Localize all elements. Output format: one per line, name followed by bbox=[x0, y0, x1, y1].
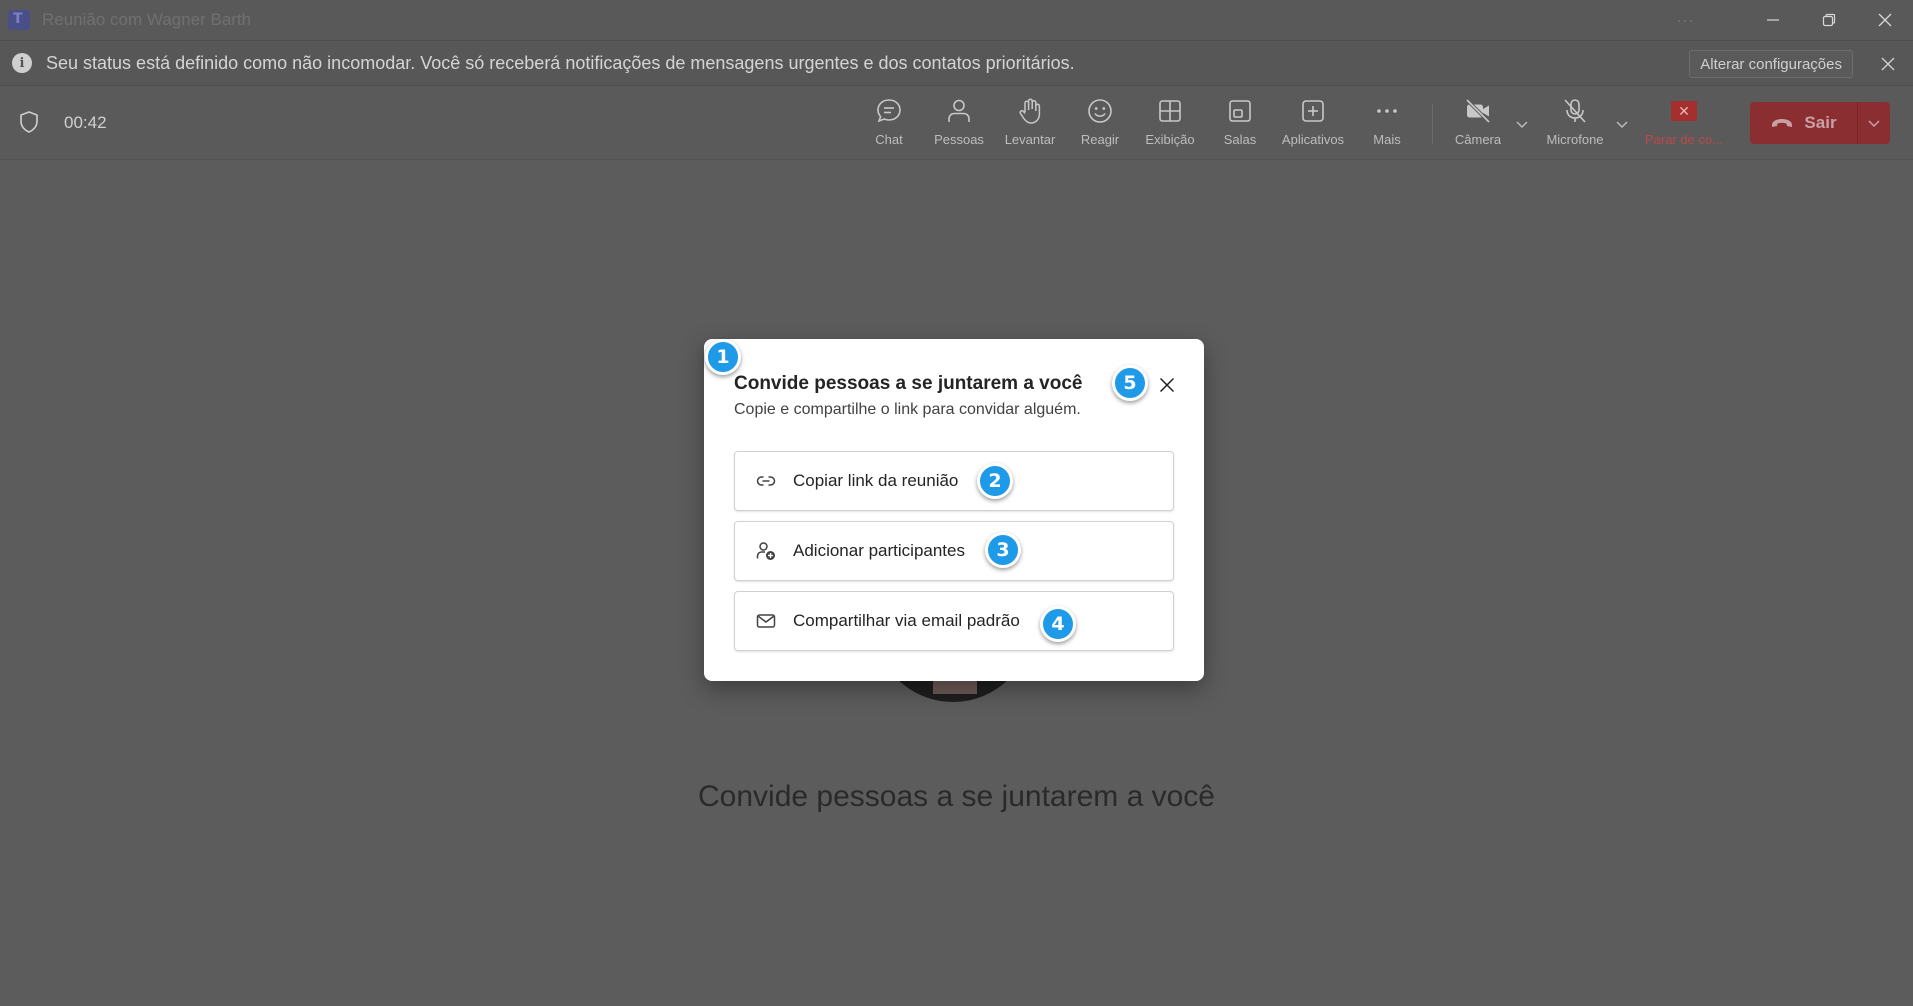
window-controls: ··· bbox=[1665, 0, 1913, 40]
mail-icon bbox=[756, 614, 776, 628]
chevron-down-icon[interactable] bbox=[1614, 116, 1630, 132]
annotation-badge-2: 2 bbox=[977, 463, 1013, 499]
mic-off-icon bbox=[1564, 99, 1586, 123]
react-button[interactable]: Reagir bbox=[1078, 96, 1122, 154]
people-label: Pessoas bbox=[934, 132, 984, 147]
people-icon bbox=[948, 99, 970, 122]
close-icon bbox=[1881, 57, 1895, 71]
camera-label: Câmera bbox=[1454, 132, 1502, 147]
chevron-down-icon bbox=[1868, 120, 1880, 128]
microphone-button[interactable]: Microfone bbox=[1542, 96, 1608, 154]
raise-hand-label: Levantar bbox=[1004, 132, 1056, 147]
view-icon bbox=[1159, 100, 1181, 122]
title-bar: Reunião com Wagner Barth ··· bbox=[0, 0, 1913, 40]
add-participants-label: Adicionar participantes bbox=[793, 541, 965, 560]
close-window-button[interactable] bbox=[1857, 0, 1913, 40]
leave-options-button[interactable] bbox=[1858, 115, 1890, 131]
apps-button[interactable]: Aplicativos bbox=[1279, 96, 1347, 154]
chat-button[interactable]: Chat bbox=[869, 96, 909, 154]
annotation-badge-5: 5 bbox=[1112, 365, 1148, 401]
notification-text: Seu status está definido como não incomo… bbox=[46, 52, 1075, 73]
annotation-badge-1: 1 bbox=[705, 339, 741, 375]
camera-off-icon bbox=[1465, 98, 1491, 124]
microphone-label: Microfone bbox=[1546, 132, 1604, 147]
more-icon bbox=[1377, 109, 1397, 113]
copy-link-label: Copiar link da reunião bbox=[793, 471, 959, 490]
dismiss-notification-button[interactable] bbox=[1877, 53, 1899, 75]
react-icon bbox=[1088, 99, 1112, 123]
rooms-button[interactable]: Salas bbox=[1218, 96, 1262, 154]
more-button[interactable]: Mais bbox=[1366, 96, 1408, 154]
toolbar-divider bbox=[1432, 104, 1433, 144]
view-button[interactable]: Exibição bbox=[1144, 96, 1196, 154]
leave-button[interactable]: Sair bbox=[1750, 102, 1858, 144]
raise-hand-button[interactable]: Levantar bbox=[1002, 96, 1058, 154]
chat-icon bbox=[877, 99, 901, 123]
stop-share-icon: ✕ bbox=[1671, 101, 1697, 121]
leave-label: Sair bbox=[1804, 113, 1837, 132]
dialog-title: Convide pessoas a se juntarem a você bbox=[734, 373, 1083, 394]
leave-button-group: Sair bbox=[1750, 102, 1890, 144]
link-icon bbox=[756, 476, 776, 486]
window-title: Reunião com Wagner Barth bbox=[42, 10, 252, 29]
stop-sharing-label: Parar de co... bbox=[1644, 132, 1724, 147]
share-email-button[interactable]: Compartilhar via email padrão bbox=[734, 591, 1174, 651]
view-label: Exibição bbox=[1145, 132, 1195, 147]
react-label: Reagir bbox=[1080, 132, 1120, 147]
shield-icon bbox=[20, 111, 38, 133]
chevron-down-icon[interactable] bbox=[1514, 116, 1530, 132]
raise-hand-icon bbox=[1019, 98, 1041, 124]
add-person-icon bbox=[756, 542, 775, 560]
minimize-button[interactable] bbox=[1745, 0, 1801, 40]
people-button[interactable]: Pessoas bbox=[934, 96, 984, 154]
minimize-icon bbox=[1767, 19, 1779, 21]
apps-icon bbox=[1302, 100, 1324, 122]
meeting-timer: 00:42 bbox=[64, 113, 107, 132]
dnd-notification-bar: i Seu status está definido como não inco… bbox=[0, 40, 1913, 86]
share-email-label: Compartilhar via email padrão bbox=[793, 611, 1020, 630]
annotation-badge-4: 4 bbox=[1040, 606, 1076, 642]
stage-invite-title: Convide pessoas a se juntarem a você bbox=[698, 780, 1215, 813]
restore-icon bbox=[1822, 13, 1836, 27]
add-participants-button[interactable]: Adicionar participantes bbox=[734, 521, 1174, 581]
rooms-label: Salas bbox=[1223, 132, 1257, 147]
annotation-badge-3: 3 bbox=[985, 532, 1021, 568]
close-icon bbox=[1878, 13, 1892, 27]
restore-button[interactable] bbox=[1801, 0, 1857, 40]
stop-sharing-button[interactable]: ✕ Parar de co... bbox=[1640, 96, 1728, 154]
rooms-icon bbox=[1229, 100, 1251, 122]
hang-up-icon bbox=[1772, 119, 1793, 127]
dialog-close-button[interactable] bbox=[1154, 372, 1180, 398]
change-settings-button[interactable]: Alterar configurações bbox=[1689, 50, 1853, 78]
more-label: Mais bbox=[1373, 132, 1401, 147]
apps-label: Aplicativos bbox=[1281, 132, 1345, 147]
close-icon bbox=[1159, 377, 1175, 393]
info-icon: i bbox=[12, 53, 32, 73]
teams-logo-icon bbox=[8, 10, 30, 30]
meeting-toolbar: 00:42 Chat Pessoas Levantar Reagir Exibi… bbox=[0, 86, 1913, 160]
camera-button[interactable]: Câmera bbox=[1450, 96, 1506, 154]
window-more-icon[interactable]: ··· bbox=[1665, 10, 1705, 31]
copy-link-button[interactable]: Copiar link da reunião bbox=[734, 451, 1174, 511]
chat-label: Chat bbox=[875, 132, 903, 147]
dialog-subtitle: Copie e compartilhe o link para convidar… bbox=[734, 401, 1081, 418]
